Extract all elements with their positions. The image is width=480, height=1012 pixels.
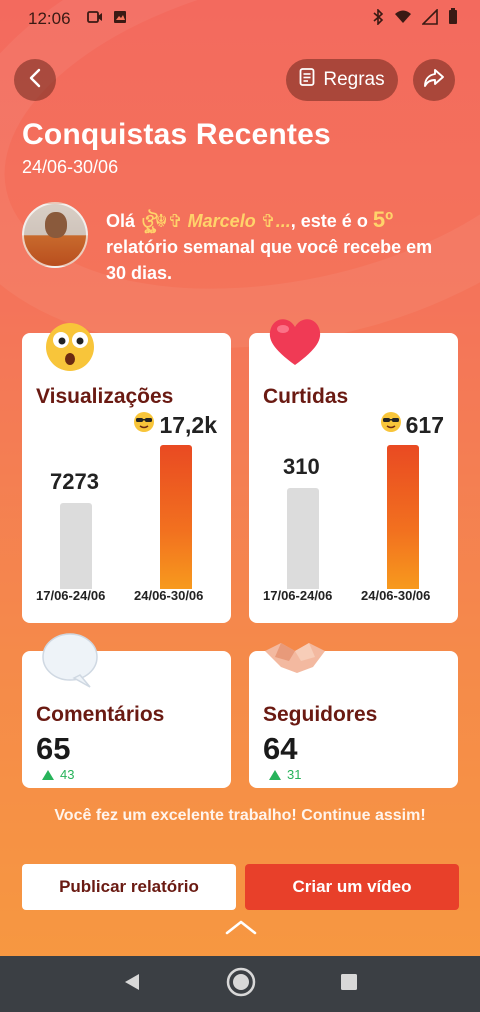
likes-title: Curtidas — [263, 385, 349, 408]
views-previous-bar — [60, 503, 92, 589]
greeting-prefix: Olá — [106, 211, 141, 231]
greeting-suffix: relatório semanal que você recebe em 30 … — [106, 237, 433, 283]
likes-previous-value: 310 — [283, 454, 320, 479]
back-button[interactable] — [14, 59, 56, 101]
followers-value: 64 — [263, 731, 298, 766]
likes-current-value: 617 — [380, 411, 444, 439]
surprised-face-icon — [42, 319, 98, 375]
chevron-left-icon — [28, 68, 42, 93]
system-nav-bar — [0, 956, 480, 1012]
create-video-button[interactable]: Criar um vídeo — [245, 864, 459, 910]
followers-card: Seguidores 64 31 — [249, 643, 458, 788]
views-current-bar — [160, 445, 192, 589]
views-current-text: 17,2k — [159, 411, 217, 438]
likes-current-period: 24/06-30/06 — [361, 588, 431, 603]
views-previous-value: 7273 — [50, 469, 99, 494]
likes-current-bar — [387, 445, 419, 589]
username: ঔৣ☬✞ Marcelo ✞... — [140, 211, 291, 231]
publish-report-button[interactable]: Publicar relatório — [22, 864, 236, 910]
rules-label: Regras — [323, 69, 385, 90]
views-current-period: 24/06-30/06 — [134, 588, 204, 603]
followers-delta-text: 31 — [287, 767, 302, 782]
likes-current-text: 617 — [405, 411, 444, 438]
views-current-value: 17,2k — [133, 411, 217, 439]
signal-icon — [421, 7, 438, 30]
likes-previous-bar — [287, 488, 319, 589]
nav-recents-icon[interactable] — [340, 973, 358, 996]
encouragement-text: Você fez um excelente trabalho! Continue… — [54, 807, 426, 824]
likes-previous-period: 17/06-24/06 — [263, 588, 333, 603]
arrow-up-icon — [269, 769, 281, 780]
comments-delta-text: 43 — [60, 767, 75, 782]
video-record-icon — [86, 9, 103, 29]
heart-icon — [265, 313, 321, 369]
wifi-icon — [394, 9, 412, 29]
greeting-text: Olá ঔৣ☬✞ Marcelo ✞..., este é o 5º relat… — [106, 207, 446, 286]
share-arrow-icon — [423, 68, 445, 93]
rules-button[interactable]: Regras — [286, 59, 398, 101]
views-previous-period: 17/06-24/06 — [36, 588, 106, 603]
share-button[interactable] — [413, 59, 455, 101]
arrow-up-icon — [42, 769, 54, 780]
comments-card: Comentários 65 43 — [22, 633, 231, 788]
bluetooth-icon — [372, 7, 384, 30]
image-icon — [113, 9, 127, 29]
status-bar: 12:06 — [0, 0, 480, 38]
date-range: 24/06-30/06 — [22, 157, 119, 177]
followers-delta: 31 — [269, 767, 301, 782]
battery-icon — [448, 8, 458, 30]
greeting-section: Olá ঔৣ☬✞ Marcelo ✞..., este é o 5º relat… — [22, 202, 446, 286]
comments-title: Comentários — [36, 703, 165, 726]
greeting-middle: , este é o — [290, 211, 373, 231]
likes-card: Curtidas 617 310 17/06-24/06 24/06-30/06 — [249, 319, 458, 623]
page-title: Conquistas Recentes — [22, 118, 331, 151]
chevron-up-icon[interactable] — [224, 918, 258, 941]
handshake-icon — [263, 637, 325, 693]
status-time: 12:06 — [28, 9, 71, 28]
views-card: Visualizações 17,2k 7273 17/06-24/06 24/… — [22, 323, 231, 623]
report-ordinal: 5º — [372, 207, 394, 232]
nav-home-icon[interactable] — [225, 966, 257, 1003]
followers-title: Seguidores — [263, 703, 378, 726]
avatar — [22, 202, 88, 268]
nav-back-icon[interactable] — [122, 972, 142, 997]
views-title: Visualizações — [36, 385, 174, 408]
sunglasses-face-icon — [380, 411, 402, 439]
speech-bubble-icon — [40, 631, 98, 688]
comments-value: 65 — [36, 731, 71, 766]
status-icons — [372, 7, 458, 30]
document-icon — [299, 68, 315, 92]
sunglasses-face-icon — [133, 411, 155, 439]
comments-delta: 43 — [42, 767, 74, 782]
